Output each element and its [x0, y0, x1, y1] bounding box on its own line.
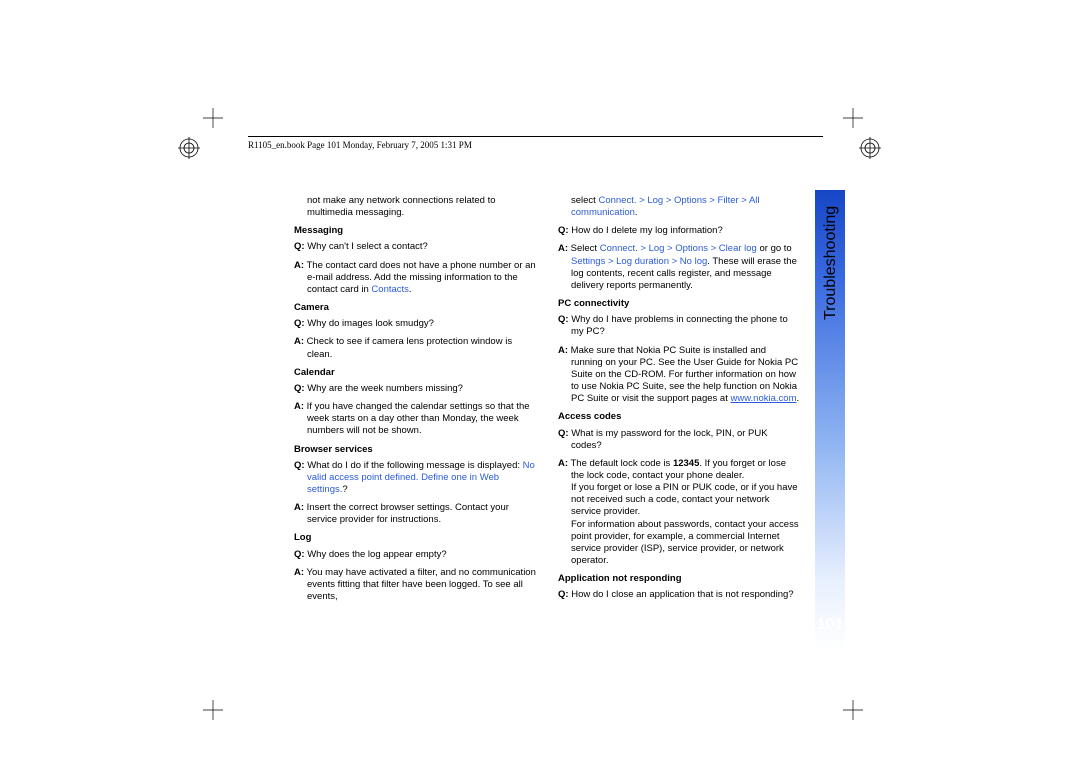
app-q: Q: How do I close an application that is… [558, 589, 800, 601]
nokia-link[interactable]: www.nokia.com [730, 393, 796, 404]
intro-continuation: not make any network connections related… [294, 195, 536, 219]
log-a-cont: select Connect. > Log > Options > Filter… [558, 195, 800, 219]
section-pc-connectivity: PC connectivity [558, 298, 800, 310]
messaging-q: Q: Why can't I select a contact? [294, 241, 536, 253]
messaging-a-pre: The contact card does not have a phone n… [307, 260, 536, 295]
section-app-not-responding: Application not responding [558, 573, 800, 585]
browser-a: A: Insert the correct browser settings. … [294, 502, 536, 526]
crop-mark-bottom-left-icon [203, 700, 223, 720]
pc-a: A: Make sure that Nokia PC Suite is inst… [558, 345, 800, 406]
column-left: not make any network connections related… [294, 195, 536, 609]
browser-q: Q: What do I do if the following message… [294, 460, 536, 496]
header-rule [248, 136, 823, 137]
log-a: A: You may have activated a filter, and … [294, 567, 536, 603]
messaging-a-post: . [409, 284, 412, 295]
contacts-link[interactable]: Contacts [371, 284, 409, 295]
section-browser: Browser services [294, 444, 536, 456]
calendar-a: A: If you have changed the calendar sett… [294, 401, 536, 437]
a-label: A: [294, 260, 304, 271]
pc-q: Q: Why do I have problems in connecting … [558, 314, 800, 338]
running-head: R1105_en.book Page 101 Monday, February … [248, 140, 472, 150]
section-calendar: Calendar [294, 367, 536, 379]
column-right: select Connect. > Log > Options > Filter… [558, 195, 800, 608]
clear-log-link[interactable]: Connect. > Log > Options > Clear log [600, 243, 757, 254]
log-q2: Q: How do I delete my log information? [558, 225, 800, 237]
manual-page: R1105_en.book Page 101 Monday, February … [0, 0, 1080, 763]
section-camera: Camera [294, 302, 536, 314]
crop-mark-top-right-icon [843, 108, 863, 128]
log-a2: A: Select Connect. > Log > Options > Cle… [558, 243, 800, 292]
log-q: Q: Why does the log appear empty? [294, 549, 536, 561]
q-label: Q: [294, 241, 305, 252]
printer-registration-mark-left [178, 137, 200, 159]
no-log-link[interactable]: Settings > Log duration > No log [571, 256, 707, 267]
page-number: 101 [815, 616, 845, 634]
filter-all-link[interactable]: Connect. > Log > Options > Filter > All … [571, 195, 760, 218]
messaging-q-text: Why can't I select a contact? [307, 241, 428, 252]
printer-registration-mark-right [859, 137, 881, 159]
messaging-a: A: The contact card does not have a phon… [294, 260, 536, 296]
calendar-q: Q: Why are the week numbers missing? [294, 383, 536, 395]
camera-q: Q: Why do images look smudgy? [294, 318, 536, 330]
access-a: A: The default lock code is 12345. If yo… [558, 458, 800, 567]
section-messaging: Messaging [294, 225, 536, 237]
crop-mark-top-left-icon [203, 108, 223, 128]
section-log: Log [294, 532, 536, 544]
default-lock-code: 12345 [673, 458, 699, 469]
crop-mark-bottom-right-icon [843, 700, 863, 720]
section-access-codes: Access codes [558, 411, 800, 423]
camera-a: A: Check to see if camera lens protectio… [294, 336, 536, 360]
access-q: Q: What is my password for the lock, PIN… [558, 428, 800, 452]
section-title-vertical: Troubleshooting [822, 190, 840, 370]
